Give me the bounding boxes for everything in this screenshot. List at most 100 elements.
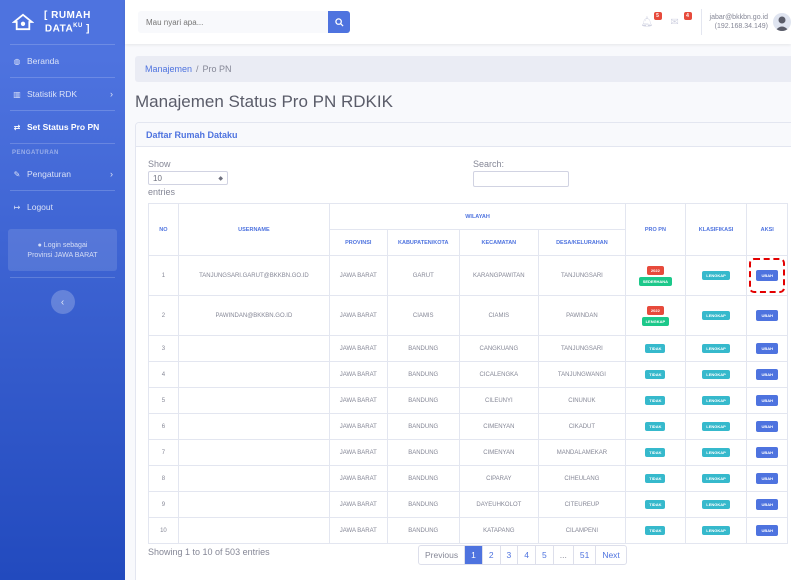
page-button[interactable]: 5 [536,546,554,564]
breadcrumb-link[interactable]: Manajemen [145,64,192,74]
avatar[interactable] [773,13,791,31]
header-desa[interactable]: DESA/KELURAHAN [537,229,627,256]
header-username[interactable]: USERNAME [177,203,331,256]
previous-page-button[interactable]: Previous [419,546,466,564]
cell-provinsi: JAWA BARAT [329,439,388,466]
pro-pn-year-badge: 2022 [646,305,664,315]
messages-button[interactable]: ✉ 4 [671,12,692,28]
chart-icon: ▥ [13,89,21,99]
table-row: 6 JAWA BARAT BANDUNG CIMENYAN CIKADUT TIDAK LE… [148,413,788,440]
header-pro-pn[interactable]: PRO PN [625,203,686,256]
page-button[interactable]: 51 [574,546,597,564]
cell-kecamatan: KARANGPAWITAN [458,255,539,296]
search-input[interactable] [138,11,328,33]
header-kecamatan[interactable]: KECAMATAN [458,229,539,256]
cell-pro-pn: TIDAK [625,439,686,466]
chevron-updown-icon: ◆ [218,175,223,182]
cell-no: 2 [148,295,179,336]
header-kabupaten[interactable]: KABUPATEN/KOTA [386,229,460,256]
table-row: 10 JAWA BARAT BANDUNG KATAPANG CILAMPENI TIDA… [148,517,788,544]
cell-username [177,439,331,466]
header-klasifikasi[interactable]: KLASIFIKASI [684,203,748,256]
klasifikasi-badge: LENGKAP [702,271,730,280]
page-button[interactable]: 1 [465,546,483,564]
header-wilayah: WILAYAH [329,203,627,230]
next-page-button[interactable]: Next [596,546,625,564]
pro-pn-badge: TIDAK [645,526,666,535]
search-button[interactable] [328,11,350,33]
klasifikasi-badge: LENGKAP [702,370,730,379]
cell-kecamatan: CICALENGKA [458,361,539,388]
ubah-button[interactable]: UBAH [756,447,778,458]
cell-kabupaten: BANDUNG [386,439,460,466]
cell-kabupaten: BANDUNG [386,335,460,362]
login-info: ● Login sebagai Provinsi JAWA BARAT [8,229,117,271]
cell-kabupaten: BANDUNG [386,517,460,544]
header-no[interactable]: NO [148,203,179,256]
bell-icon: 🔔︎ [640,16,654,28]
pro-pn-badge: TIDAK [645,422,666,431]
page-button[interactable]: 4 [518,546,537,564]
sidebar-toggle-button[interactable]: ‹ [50,290,75,314]
sidebar-item-beranda[interactable]: ◍ Beranda [0,45,125,77]
main-content: Manajemen / Pro PN Manajemen Status Pro … [125,44,791,580]
ubah-button[interactable]: UBAH [756,421,778,432]
table-row: 8 JAWA BARAT BANDUNG CIPARAY CIHEULANG TIDAK L… [148,465,788,492]
table-search-input[interactable] [473,171,569,187]
cell-provinsi: JAWA BARAT [329,335,388,362]
ubah-button[interactable]: UBAH [756,270,778,281]
pro-pn-badge: TIDAK [645,448,666,457]
cell-desa: TANJUNGSARI [537,335,627,362]
sidebar-item-statistik[interactable]: ▥ Statistik RDK › [0,78,125,110]
card-header: Daftar Rumah Dataku ⋮ [136,123,791,147]
breadcrumb-separator: / [196,64,199,74]
cell-provinsi: JAWA BARAT [329,517,388,544]
cell-aksi: UBAH [746,387,788,414]
cell-aksi: UBAH [746,465,788,492]
brand[interactable]: [ RUMAH DATAKU ] [0,0,125,44]
cell-kabupaten: BANDUNG [386,491,460,518]
cell-provinsi: JAWA BARAT [329,413,388,440]
alerts-badge: 5 [653,12,662,20]
page-button[interactable]: 3 [501,546,519,564]
cell-klasifikasi: LENGKAP [684,517,748,544]
cell-no: 9 [148,491,179,518]
user-icon: ● [37,241,42,249]
sidebar-item-pengaturan[interactable]: ✎ Pengaturan › [0,158,125,190]
cell-username [177,465,331,492]
ubah-button[interactable]: UBAH [756,473,778,484]
top-search [138,11,350,33]
user-menu[interactable]: jabar@bkkbn.go.id (192.168.34.149) [710,13,768,31]
cell-klasifikasi: LENGKAP [684,413,748,440]
wrench-icon: ✎ [13,169,21,179]
ubah-button[interactable]: UBAH [756,499,778,510]
search-icon [334,17,344,27]
ubah-button[interactable]: UBAH [756,395,778,406]
cell-aksi: UBAH [746,335,788,362]
page-button[interactable]: 2 [483,546,501,564]
header-provinsi[interactable]: PROVINSI [329,229,388,256]
ubah-button[interactable]: UBAH [756,369,778,380]
cell-desa: TANJUNGWANGI [537,361,627,388]
cell-kecamatan: CIMENYAN [458,439,539,466]
cell-kecamatan: CIPARAY [458,465,539,492]
cell-no: 6 [148,413,179,440]
exchange-icon: ⇄ [13,122,21,132]
ubah-button[interactable]: UBAH [756,525,778,536]
cell-klasifikasi: LENGKAP [684,491,748,518]
ubah-button[interactable]: UBAH [756,310,778,321]
header-aksi[interactable]: AKSI [746,203,788,256]
avatar-icon [775,16,789,31]
page-length-select[interactable]: 10 ◆ [148,171,228,185]
klasifikasi-badge: LENGKAP [702,448,730,457]
sidebar-item-set-status[interactable]: ⇄ Set Status Pro PN [0,111,125,143]
cell-username [177,491,331,518]
cell-no: 4 [148,361,179,388]
breadcrumb: Manajemen / Pro PN [135,56,791,82]
cell-desa: CIHEULANG [537,465,627,492]
sidebar-item-logout[interactable]: ↦ Logout [0,191,125,223]
pagination: Previous 1 2 3 4 5... 51 Next [418,545,627,565]
cell-pro-pn: 2022 SEDERHANA [625,255,686,296]
ubah-button[interactable]: UBAH [756,343,778,354]
alerts-button[interactable]: 🔔︎ 5 [640,12,662,28]
